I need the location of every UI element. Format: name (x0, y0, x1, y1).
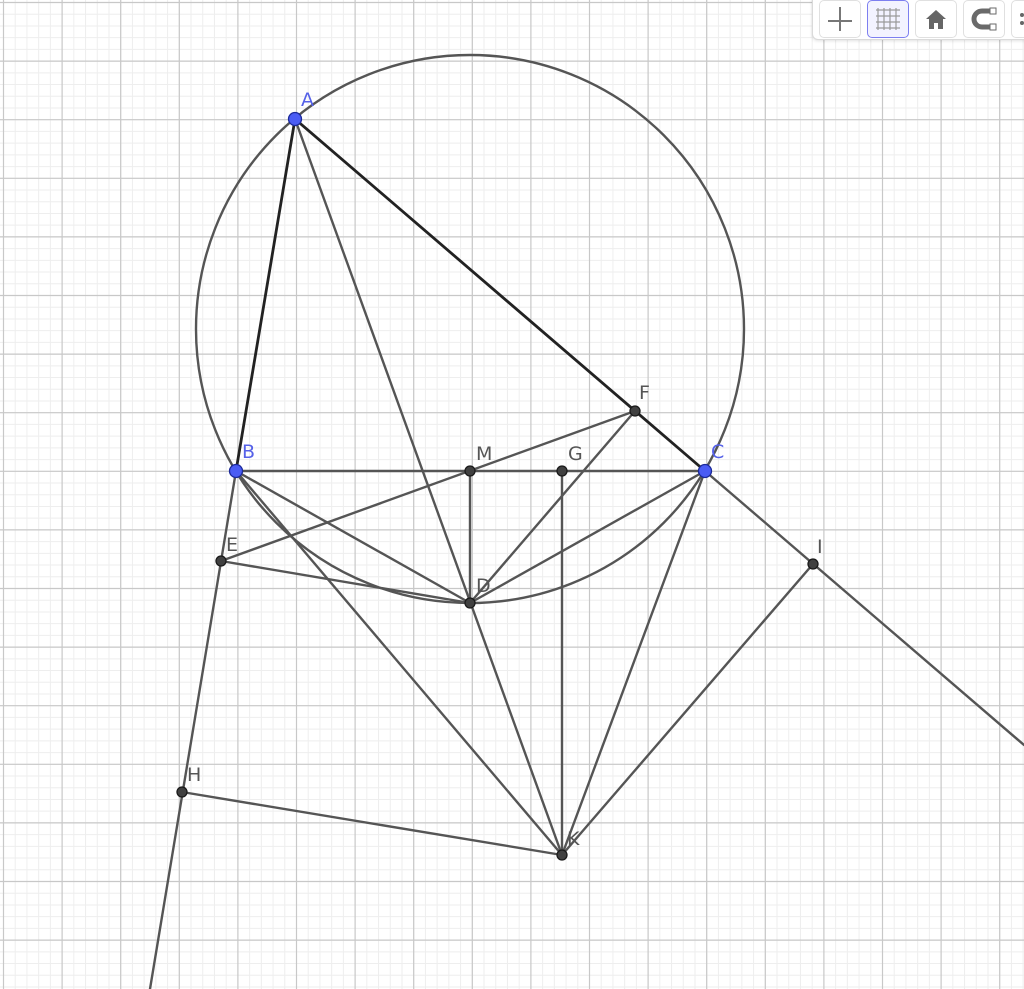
segment-ef[interactable] (219, 409, 637, 563)
point-label-c: C (711, 441, 724, 463)
point-label-k: K (567, 828, 580, 850)
ray-ab[interactable] (148, 469, 238, 989)
point-d[interactable] (464, 597, 476, 609)
point-label-d: D (476, 575, 491, 597)
point-e[interactable] (215, 555, 227, 567)
point-c[interactable] (697, 463, 713, 479)
axes-toggle-icon (828, 7, 852, 31)
more-options-button[interactable] (1011, 0, 1024, 38)
axes-toggle-button[interactable] (819, 0, 861, 38)
graphics-view[interactable]: A B C F M G E D I H K (0, 0, 1024, 989)
point-k[interactable] (556, 849, 568, 861)
point-label-i: I (817, 536, 823, 558)
point-b[interactable] (228, 463, 244, 479)
grid-toggle-button[interactable] (867, 0, 909, 38)
point-label-e: E (226, 534, 238, 556)
snapping-button[interactable] (963, 0, 1005, 38)
home-icon (926, 10, 946, 29)
point-label-b: B (242, 441, 255, 463)
point-label-h: H (187, 764, 201, 786)
standard-view-button[interactable] (915, 0, 957, 38)
point-m[interactable] (464, 465, 476, 477)
point-h[interactable] (176, 786, 188, 798)
point-label-f: F (639, 382, 650, 404)
graphics-style-toolbar (812, 0, 1024, 40)
point-label-g: G (568, 443, 583, 465)
point-label-m: M (476, 443, 492, 465)
more-menu-icon (1020, 13, 1024, 25)
grid-toggle-icon (876, 8, 900, 30)
point-a[interactable] (287, 111, 303, 127)
grid-minor-lines (0, 0, 1024, 989)
point-i[interactable] (807, 558, 819, 570)
point-label-a: A (301, 89, 314, 111)
magnet-snap-icon (971, 7, 997, 31)
point-g[interactable] (556, 465, 568, 477)
segment-cd[interactable] (468, 469, 707, 605)
point-f[interactable] (629, 405, 641, 417)
